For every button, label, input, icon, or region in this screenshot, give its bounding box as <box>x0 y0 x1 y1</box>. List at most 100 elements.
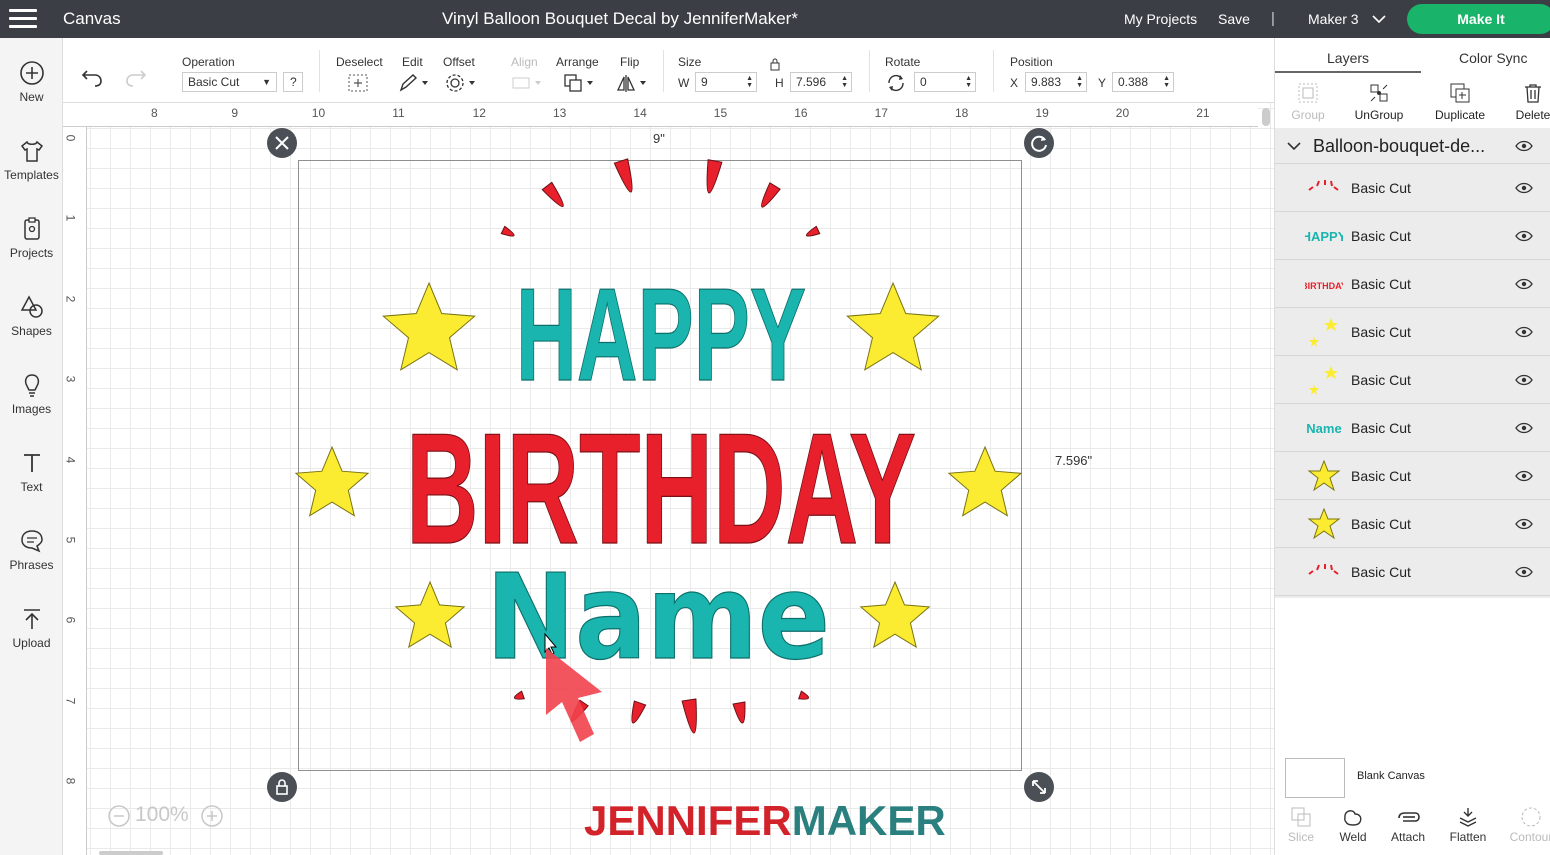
eye-icon[interactable] <box>1515 518 1533 530</box>
height-value: 7.596 <box>796 75 827 89</box>
nav-projects[interactable]: Projects <box>0 216 63 260</box>
help-button[interactable]: ? <box>283 72 303 92</box>
layer-row[interactable]: Basic Cut <box>1275 548 1550 596</box>
nav-phrases[interactable]: Phrases <box>0 528 63 572</box>
nav-shapes[interactable]: Shapes <box>0 294 63 338</box>
layer-row[interactable]: Basic Cut <box>1275 500 1550 548</box>
position-label: Position <box>1010 55 1053 69</box>
eye-icon[interactable] <box>1515 326 1533 338</box>
height-input[interactable]: 7.596 ▲ ▼ <box>790 72 852 92</box>
spinner-icon[interactable]: ▲ ▼ <box>746 75 753 89</box>
width-input[interactable]: 9 ▲ ▼ <box>695 72 757 92</box>
eye-icon[interactable] <box>1515 422 1533 434</box>
lock-handle[interactable] <box>267 772 297 802</box>
zoom-in-button[interactable] <box>200 804 224 834</box>
arrange-icon[interactable] <box>563 73 597 93</box>
nav-templates[interactable]: Templates <box>0 138 63 182</box>
offset-label: Offset <box>443 55 475 69</box>
delete-handle[interactable] <box>267 128 297 158</box>
flip-icon[interactable] <box>616 73 650 93</box>
my-projects-link[interactable]: My Projects <box>1124 11 1197 27</box>
y-value: 0.388 <box>1118 75 1149 89</box>
rotate-handle[interactable] <box>1024 128 1054 158</box>
tab-color-sync[interactable]: Color Sync <box>1459 50 1527 66</box>
layer-thumbnail <box>1305 556 1343 588</box>
layer-thumbnail: HAPPY <box>1302 220 1347 252</box>
layer-row[interactable]: BIRTHDAY Basic Cut <box>1275 260 1550 308</box>
pencil-icon[interactable] <box>398 73 432 93</box>
clipboard-icon <box>23 217 40 240</box>
text-icon <box>23 454 40 472</box>
zoom-in-icon <box>201 805 223 827</box>
make-it-button[interactable]: Make It <box>1407 4 1550 34</box>
pointer-cursor-icon <box>544 632 602 742</box>
layer-thumbnail <box>1305 172 1343 204</box>
align-icon <box>512 77 541 89</box>
blank-canvas-label: Blank Canvas <box>1357 770 1425 782</box>
size-label: Size <box>678 55 702 69</box>
layer-group-row[interactable]: Balloon-bouquet-de... <box>1275 128 1550 164</box>
layer-row[interactable]: Basic Cut <box>1275 356 1550 404</box>
machine-select[interactable]: Maker 3 <box>1308 11 1388 27</box>
offset-icon[interactable] <box>444 73 478 93</box>
undo-icon[interactable] <box>81 67 105 87</box>
eye-icon[interactable] <box>1515 374 1533 386</box>
arrange-label: Arrange <box>556 55 599 69</box>
operation-select[interactable]: Basic Cut ▼ <box>182 72 277 92</box>
rotate-input[interactable]: 0 ▲ ▼ <box>914 72 976 92</box>
eye-icon[interactable] <box>1515 470 1533 482</box>
spinner-icon[interactable]: ▲ ▼ <box>1163 75 1170 89</box>
happy-text: HAPPY <box>516 261 806 408</box>
eye-icon[interactable] <box>1515 278 1533 290</box>
layer-thumbnail: Name <box>1305 412 1343 444</box>
tab-layers[interactable]: Layers <box>1327 50 1369 66</box>
eye-icon[interactable] <box>1515 230 1533 242</box>
chevron-down-icon[interactable] <box>1287 141 1301 151</box>
redo-icon[interactable] <box>123 67 147 87</box>
eye-icon[interactable] <box>1515 566 1533 578</box>
layer-row[interactable]: Name Basic Cut <box>1275 404 1550 452</box>
x-input[interactable]: 9.883 ▲ ▼ <box>1025 72 1087 92</box>
tool-label: Weld <box>1339 830 1367 844</box>
y-input[interactable]: 0.388 ▲ ▼ <box>1112 72 1174 92</box>
nav-new[interactable]: New <box>0 60 63 104</box>
layers-list: Balloon-bouquet-de... Basic Cut HAPPY Basi… <box>1275 128 1550 598</box>
star-shape <box>947 445 1023 517</box>
layer-thumbnail <box>1305 364 1343 396</box>
artwork[interactable]: HAPPY BIRTHDAY Name <box>63 103 1274 855</box>
design-canvas[interactable]: 8 9 10 11 12 13 14 15 16 17 18 19 20 21 012345678 9" … <box>63 103 1274 855</box>
red-ray <box>514 690 526 700</box>
nav-images[interactable]: Images <box>0 372 63 416</box>
layer-row[interactable]: Basic Cut <box>1275 452 1550 500</box>
resize-handle[interactable] <box>1024 772 1054 802</box>
menu-icon[interactable] <box>9 9 37 29</box>
lock-icon[interactable] <box>769 57 781 71</box>
layer-row[interactable]: Basic Cut <box>1275 308 1550 356</box>
spinner-icon[interactable]: ▲ ▼ <box>1076 75 1083 89</box>
eye-icon[interactable] <box>1515 182 1533 194</box>
operation-value: Basic Cut <box>188 75 240 89</box>
deselect-icon[interactable] <box>347 73 369 93</box>
nav-label: Text <box>20 480 43 494</box>
top-bar: Canvas Vinyl Balloon Bouquet Decal by Je… <box>0 0 1550 38</box>
flatten-button[interactable]: Flatten <box>1438 806 1498 844</box>
nav-upload[interactable]: Upload <box>0 606 63 650</box>
layer-name: Basic Cut <box>1351 564 1411 580</box>
close-icon <box>275 136 289 150</box>
eye-icon[interactable] <box>1515 140 1533 152</box>
attach-button[interactable]: Attach <box>1378 806 1438 844</box>
zoom-out-icon <box>108 805 130 827</box>
spinner-icon[interactable]: ▲ ▼ <box>841 75 848 89</box>
nav-text[interactable]: Text <box>0 450 63 494</box>
zoom-out-button[interactable] <box>107 804 131 834</box>
spinner-icon[interactable]: ▲ ▼ <box>965 75 972 89</box>
tool-label: Contour <box>1509 830 1550 844</box>
layer-row[interactable]: HAPPY Basic Cut <box>1275 212 1550 260</box>
weld-button[interactable]: Weld <box>1323 806 1383 844</box>
layers-panel: Layers Color Sync Group UnGroup Duplicat… <box>1274 38 1550 855</box>
shirt-icon <box>20 140 43 162</box>
blank-canvas-swatch[interactable] <box>1285 758 1345 798</box>
paperclip-icon <box>1398 812 1420 822</box>
save-button[interactable]: Save <box>1218 11 1250 27</box>
layer-row[interactable]: Basic Cut <box>1275 164 1550 212</box>
